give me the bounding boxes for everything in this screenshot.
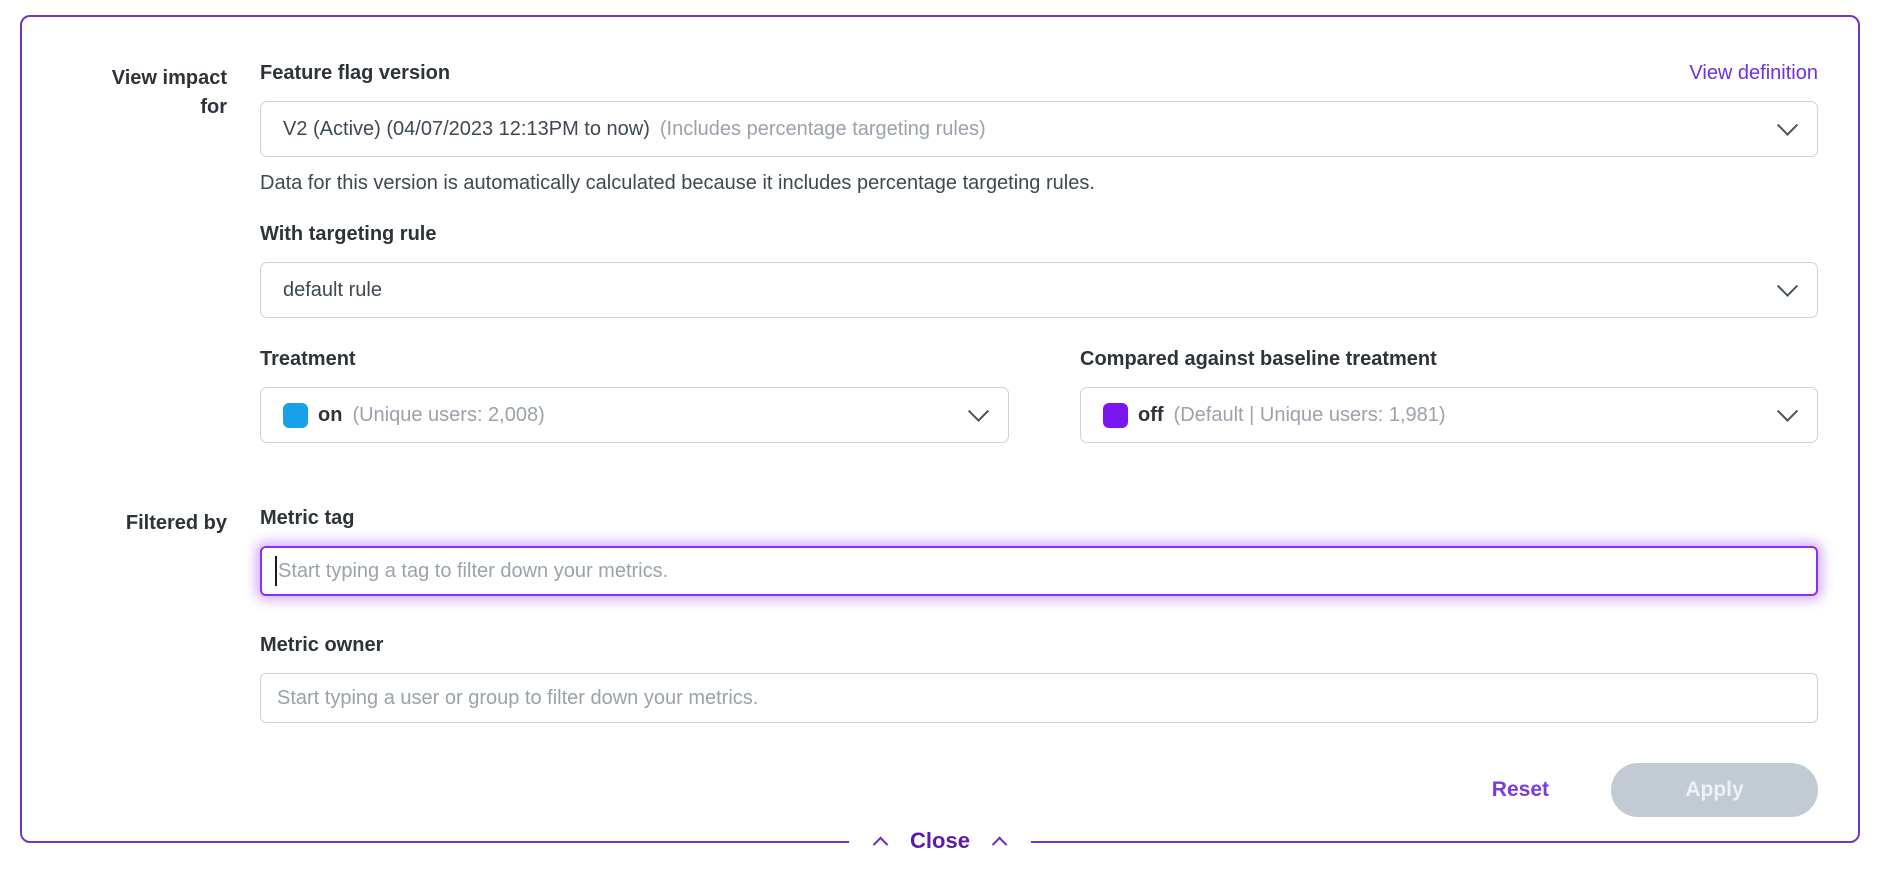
impact-filter-panel: View impact for Feature flag version Vie… bbox=[20, 15, 1860, 843]
treatment-color-swatch bbox=[283, 403, 308, 428]
metric-tag-label: Metric tag bbox=[260, 507, 1818, 530]
baseline-treatment-label: Compared against baseline treatment bbox=[1080, 348, 1818, 371]
targeting-rule-label: With targeting rule bbox=[260, 223, 1818, 246]
targeting-rule-select[interactable]: default rule bbox=[260, 262, 1818, 318]
view-definition-link[interactable]: View definition bbox=[1689, 62, 1818, 85]
metric-tag-input[interactable] bbox=[260, 546, 1818, 596]
targeting-rule-value: default rule bbox=[283, 279, 382, 302]
feature-flag-version-value-note: (Includes percentage targeting rules) bbox=[660, 118, 986, 141]
feature-flag-version-label: Feature flag version bbox=[260, 62, 450, 85]
baseline-treatment-value-note: (Default | Unique users: 1,981) bbox=[1174, 404, 1446, 427]
treatment-value: on bbox=[318, 404, 342, 427]
chevron-down-icon bbox=[1777, 275, 1798, 296]
apply-button[interactable]: Apply bbox=[1611, 763, 1818, 817]
screen: View impact for Feature flag version Vie… bbox=[0, 0, 1890, 870]
baseline-treatment-value: off bbox=[1138, 404, 1164, 427]
treatment-label: Treatment bbox=[260, 348, 1009, 371]
view-impact-line1: View impact bbox=[22, 64, 227, 93]
chevron-up-icon bbox=[873, 836, 889, 852]
chevron-down-icon bbox=[1777, 400, 1798, 421]
chevron-down-icon bbox=[968, 400, 989, 421]
feature-flag-version-value: V2 (Active) (04/07/2023 12:13PM to now) bbox=[283, 118, 650, 141]
close-panel-button[interactable]: Close bbox=[849, 828, 1031, 854]
baseline-treatment-select[interactable]: off (Default | Unique users: 1,981) bbox=[1080, 387, 1818, 443]
feature-flag-version-helper-text: Data for this version is automatically c… bbox=[260, 172, 1818, 195]
metric-owner-input[interactable] bbox=[260, 673, 1818, 723]
chevron-up-icon bbox=[992, 836, 1008, 852]
section-label-filtered-by: Filtered by bbox=[22, 507, 227, 853]
treatment-select[interactable]: on (Unique users: 2,008) bbox=[260, 387, 1009, 443]
actions-row: Reset Apply bbox=[260, 763, 1818, 853]
metric-owner-field-wrapper bbox=[260, 673, 1818, 723]
feature-flag-version-select[interactable]: V2 (Active) (04/07/2023 12:13PM to now) … bbox=[260, 101, 1818, 157]
view-impact-line2: for bbox=[22, 93, 227, 122]
treatment-value-note: (Unique users: 2,008) bbox=[352, 404, 544, 427]
chevron-down-icon bbox=[1777, 114, 1798, 135]
filtered-by-fields: Metric tag Metric owner Reset Apply bbox=[260, 507, 1818, 853]
view-impact-fields: Feature flag version View definition V2 … bbox=[260, 62, 1818, 443]
baseline-color-swatch bbox=[1103, 403, 1128, 428]
metric-owner-label: Metric owner bbox=[260, 634, 1818, 657]
close-label: Close bbox=[910, 828, 970, 854]
reset-button[interactable]: Reset bbox=[1492, 778, 1549, 802]
metric-tag-field-wrapper bbox=[260, 546, 1818, 596]
text-cursor bbox=[275, 556, 277, 586]
section-label-view-impact-for: View impact for bbox=[22, 62, 227, 443]
